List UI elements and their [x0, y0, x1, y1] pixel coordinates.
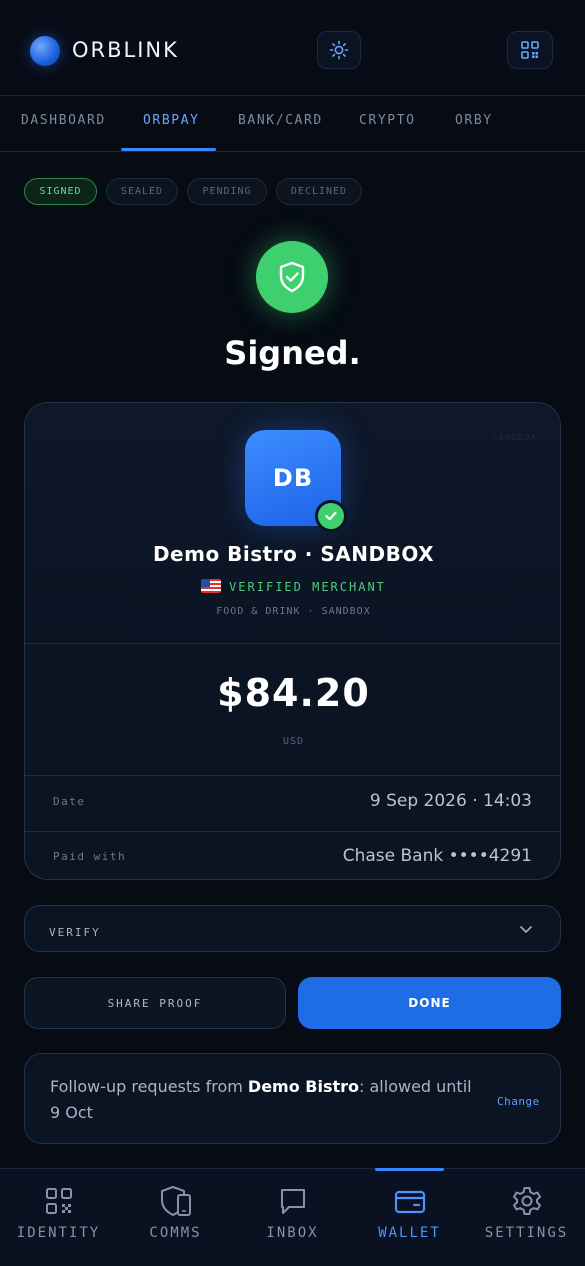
follow-up-prefix: Follow-up requests from — [50, 1077, 248, 1096]
chevron-down-icon — [520, 926, 532, 933]
gear-icon — [512, 1187, 541, 1215]
app-name: ORBLINK — [72, 38, 179, 62]
verify-expander[interactable]: VERIFY — [24, 905, 561, 952]
follow-up-permission-card: Follow-up requests from Demo Bistro: all… — [24, 1053, 561, 1144]
payment-currency: USD — [282, 736, 305, 747]
orb-logo-icon — [30, 36, 60, 66]
status-chip-declined[interactable]: DECLINED — [276, 178, 362, 205]
status-title: Signed. — [224, 334, 361, 372]
tab-dashboard[interactable]: DASHBOARD — [21, 113, 106, 128]
done-button[interactable]: DONE — [298, 977, 561, 1029]
payment-amount: $84.20 — [217, 671, 370, 715]
tab-crypto[interactable]: CRYPTO — [359, 113, 416, 128]
signed-status-badge — [256, 241, 328, 313]
us-flag-icon — [201, 579, 222, 593]
tab-bank-card[interactable]: BANK/CARD — [238, 113, 323, 128]
sun-icon — [329, 40, 349, 60]
share-proof-button[interactable]: SHARE PROOF — [24, 977, 286, 1029]
nav-label: INBOX — [266, 1225, 319, 1241]
merchant-name: Demo Bistro · SANDBOX — [152, 542, 435, 566]
verify-label: VERIFY — [49, 926, 101, 939]
chat-bubble-icon — [280, 1189, 305, 1214]
nav-label: WALLET — [378, 1225, 441, 1241]
theme-toggle-button[interactable] — [317, 31, 361, 69]
paid-with-value: Chase Bank ••••4291 — [342, 846, 532, 866]
shield-check-icon — [279, 261, 305, 293]
active-nav-indicator — [375, 1168, 444, 1171]
nav-item-inbox[interactable]: INBOX — [234, 1185, 351, 1241]
sandbox-watermark: SANDBOX — [492, 433, 537, 443]
divider — [25, 775, 560, 776]
date-label: Date — [53, 795, 86, 808]
tab-orbpay[interactable]: ORBPAY — [143, 113, 200, 128]
nav-item-comms[interactable]: COMMS — [117, 1185, 234, 1241]
status-chip-signed[interactable]: SIGNED — [24, 178, 97, 205]
divider — [25, 643, 560, 644]
follow-up-text: Follow-up requests from Demo Bistro: all… — [50, 1074, 480, 1126]
qr-grid-icon — [521, 41, 539, 59]
nav-label: IDENTITY — [16, 1225, 101, 1241]
receipt-card: SANDBOX DB Demo Bistro · SANDBOX VERIFIE… — [24, 402, 561, 880]
paid-with-label: Paid with — [53, 850, 127, 863]
nav-item-wallet[interactable]: WALLET — [351, 1185, 468, 1241]
status-chip-pending[interactable]: PENDING — [187, 178, 267, 205]
follow-up-merchant: Demo Bistro — [247, 1077, 360, 1096]
tab-orby[interactable]: ORBY — [455, 113, 493, 128]
verified-check-icon — [315, 500, 347, 532]
divider — [25, 831, 560, 832]
wallet-icon — [394, 1190, 425, 1214]
nav-item-settings[interactable]: SETTINGS — [468, 1185, 585, 1241]
qr-grid-icon — [45, 1188, 72, 1214]
date-value: 9 Sep 2026 · 14:03 — [369, 791, 532, 811]
shield-phone-icon — [160, 1186, 191, 1216]
nav-label: COMMS — [149, 1225, 202, 1241]
nav-label: SETTINGS — [484, 1225, 569, 1241]
verified-merchant-text: VERIFIED MERCHANT — [229, 580, 386, 594]
active-tab-indicator — [121, 148, 216, 151]
change-link[interactable]: Change — [497, 1095, 540, 1108]
qr-scan-button[interactable] — [507, 31, 553, 69]
verified-merchant-label: VERIFIED MERCHANT — [25, 579, 560, 594]
nav-item-identity[interactable]: IDENTITY — [0, 1185, 117, 1241]
status-chip-sealed[interactable]: SEALED — [106, 178, 178, 205]
merchant-category: FOOD & DRINK · SANDBOX — [216, 606, 371, 617]
